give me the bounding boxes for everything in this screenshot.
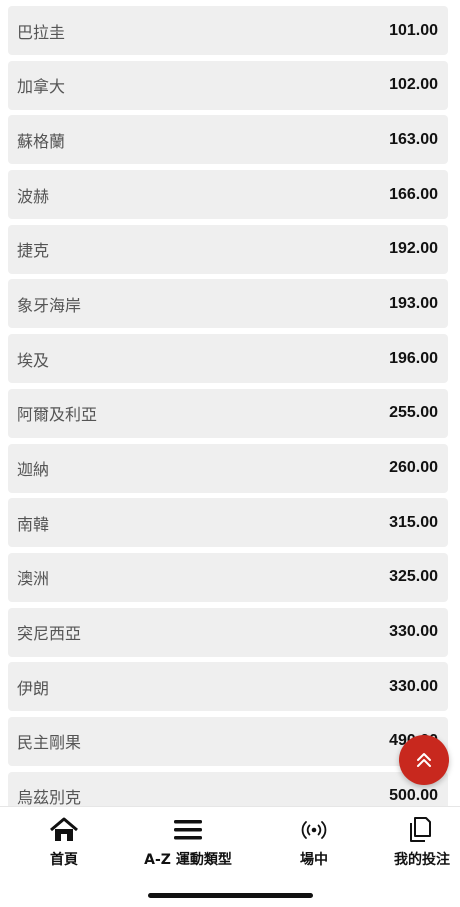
odds-value[interactable]: 330.00 xyxy=(389,623,438,641)
list-item[interactable]: 烏茲別克 500.00 xyxy=(8,771,448,806)
list-item[interactable]: 巴拉圭 101.00 xyxy=(8,6,448,55)
tab-home[interactable]: 首頁 xyxy=(32,815,96,871)
odds-value[interactable]: 102.00 xyxy=(389,76,438,94)
list-item[interactable]: 伊朗 330.00 xyxy=(8,662,448,712)
team-name: 蘇格蘭 xyxy=(17,131,66,151)
list-item[interactable]: 南韓 315.00 xyxy=(8,498,448,548)
bottom-tab-bar: 首頁 A-Z 運動類型 場中 我的投注 xyxy=(0,806,460,907)
list-item[interactable]: 加拿大 102.00 xyxy=(8,60,448,110)
odds-value[interactable]: 196.00 xyxy=(389,350,438,368)
list-item[interactable]: 澳洲 325.00 xyxy=(8,552,448,602)
odds-value[interactable]: 101.00 xyxy=(389,22,438,40)
odds-value[interactable]: 163.00 xyxy=(389,131,438,149)
list-item[interactable]: 阿爾及利亞 255.00 xyxy=(8,388,448,438)
team-name: 巴拉圭 xyxy=(17,22,66,42)
live-broadcast-icon xyxy=(301,815,327,845)
list-item[interactable]: 捷克 192.00 xyxy=(8,224,448,274)
list-item[interactable]: 迦納 260.00 xyxy=(8,443,448,493)
team-name: 澳洲 xyxy=(17,569,50,589)
home-icon xyxy=(49,815,79,845)
team-name: 加拿大 xyxy=(17,77,66,97)
odds-value[interactable]: 260.00 xyxy=(389,459,438,477)
team-name: 伊朗 xyxy=(17,678,50,698)
team-name: 象牙海岸 xyxy=(17,295,82,315)
scroll-to-top-button[interactable] xyxy=(399,735,449,785)
list-item[interactable]: 象牙海岸 193.00 xyxy=(8,279,448,329)
home-indicator xyxy=(148,893,313,898)
odds-value[interactable]: 325.00 xyxy=(389,568,438,586)
app-screen: 巴拉圭 101.00 加拿大 102.00 蘇格蘭 163.00 波赫 166.00 捷克 192… xyxy=(0,0,460,907)
team-name: 南韓 xyxy=(17,514,50,534)
team-name: 阿爾及利亞 xyxy=(17,405,98,425)
list-item[interactable]: 波赫 166.00 xyxy=(8,170,448,220)
odds-value[interactable]: 192.00 xyxy=(389,240,438,258)
list-item[interactable]: 突尼西亞 330.00 xyxy=(8,607,448,657)
odds-value[interactable]: 255.00 xyxy=(389,404,438,422)
team-name: 民主剛果 xyxy=(17,733,82,753)
team-name: 突尼西亞 xyxy=(17,624,82,644)
team-name: 迦納 xyxy=(17,460,50,479)
tab-my-bets-label: 我的投注 xyxy=(394,852,450,868)
odds-value[interactable]: 166.00 xyxy=(389,186,438,204)
team-name: 埃及 xyxy=(17,350,50,370)
double-chevron-up-icon xyxy=(417,753,431,767)
tab-az-sports-label: A-Z 運動類型 xyxy=(144,852,232,868)
odds-value[interactable]: 500.00 xyxy=(389,787,438,805)
odds-value[interactable]: 330.00 xyxy=(389,678,438,696)
team-name: 波赫 xyxy=(17,186,50,206)
menu-icon xyxy=(173,815,203,845)
odds-value[interactable]: 193.00 xyxy=(389,295,438,313)
tab-my-bets[interactable]: 我的投注 xyxy=(394,815,460,871)
odds-list[interactable]: 巴拉圭 101.00 加拿大 102.00 蘇格蘭 163.00 波赫 166.00 捷克 192… xyxy=(0,0,460,806)
list-item[interactable]: 埃及 196.00 xyxy=(8,334,448,384)
tab-live-label: 場中 xyxy=(300,852,328,868)
team-name: 捷克 xyxy=(17,241,50,261)
tab-home-label: 首頁 xyxy=(50,852,78,868)
tab-az-sports[interactable]: A-Z 運動類型 xyxy=(128,815,248,871)
list-item[interactable]: 民主剛果490.00 xyxy=(8,716,448,766)
list-item[interactable]: 蘇格蘭 163.00 xyxy=(8,115,448,165)
tab-live[interactable]: 場中 xyxy=(282,815,346,871)
odds-value[interactable]: 315.00 xyxy=(389,514,438,532)
copy-icon xyxy=(394,815,444,845)
team-name: 烏茲別克 xyxy=(17,788,82,806)
